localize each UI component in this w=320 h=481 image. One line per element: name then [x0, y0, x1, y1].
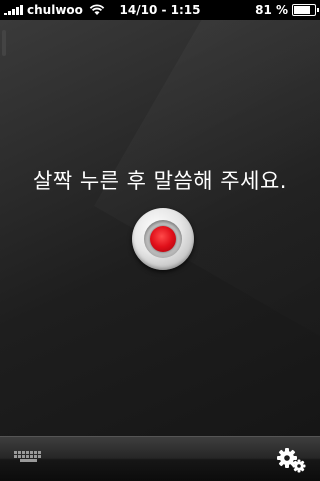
status-right: 81 % [255, 3, 319, 17]
keyboard-icon [14, 451, 46, 462]
record-button[interactable] [132, 208, 194, 270]
battery-icon [292, 4, 319, 16]
settings-button[interactable] [276, 447, 306, 473]
scroll-indicator [2, 30, 6, 56]
speak-prompt: 살짝 누른 후 말씀해 주세요. [33, 169, 287, 193]
keyboard-button[interactable] [14, 451, 46, 469]
main-area: 살짝 누른 후 말씀해 주세요. [0, 20, 320, 436]
status-bar: chulwoo 14/10 - 1:15 81 % [0, 0, 320, 20]
battery-fill [294, 6, 310, 14]
battery-percent: 81 % [255, 3, 288, 17]
bottom-toolbar [0, 436, 320, 481]
record-icon [150, 226, 176, 252]
gear-icon [277, 448, 306, 473]
